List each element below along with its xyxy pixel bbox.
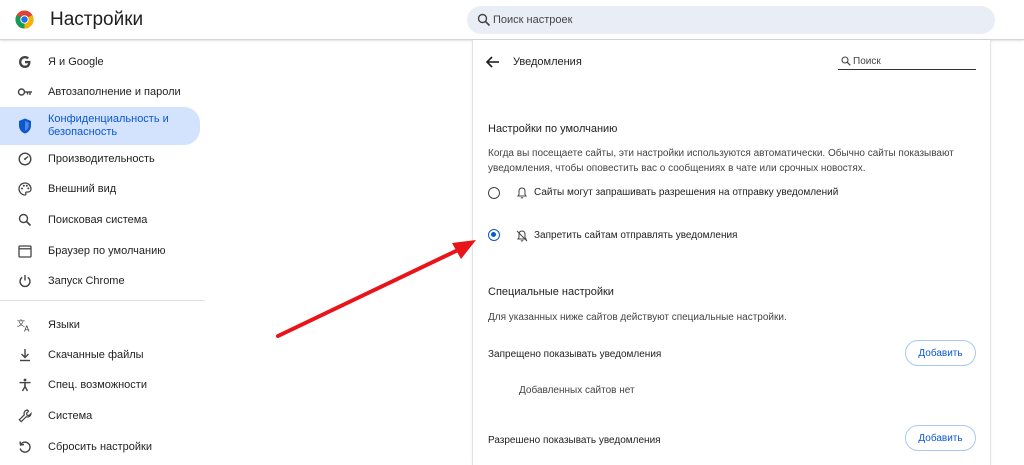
- sidebar-item-label: Конфиденциальность и безопасность: [48, 113, 169, 138]
- google-g-icon: [17, 54, 33, 70]
- block-notifications-radio[interactable]: [488, 229, 500, 241]
- allowed-sites-label: Разрешено показывать уведомления: [488, 435, 661, 446]
- subpage-search[interactable]: [838, 54, 976, 70]
- sidebar-item-label: Браузер по умолчанию: [48, 244, 166, 257]
- settings-sidebar: Я и Google Автозаполнение и пароли Конфи…: [0, 40, 210, 465]
- sidebar-item-label: Сбросить настройки: [48, 440, 153, 453]
- sidebar-item-label: Запуск Chrome: [48, 274, 125, 287]
- sidebar-item-system[interactable]: Система: [0, 401, 200, 431]
- power-icon: [17, 273, 33, 289]
- sidebar-item-performance[interactable]: Производительность: [0, 144, 200, 174]
- sidebar-item-accessibility[interactable]: Спец. возможности: [0, 370, 200, 400]
- sidebar-divider: [0, 300, 205, 301]
- sidebar-item-on-startup[interactable]: Запуск Chrome: [0, 266, 200, 296]
- sidebar-item-label: Языки: [48, 318, 80, 331]
- settings-search-input[interactable]: [493, 10, 973, 30]
- sidebar-item-reset-settings[interactable]: Сбросить настройки: [0, 432, 200, 462]
- sidebar-item-label: Я и Google: [48, 55, 104, 68]
- settings-header: Настройки: [0, 0, 1024, 40]
- sidebar-item-search-engine[interactable]: Поисковая система: [0, 205, 200, 235]
- block-notifications-label: Запретить сайтам отправлять уведомления: [534, 230, 738, 241]
- download-icon: [17, 347, 33, 363]
- sidebar-item-label: Автозаполнение и пароли: [48, 85, 181, 98]
- translate-icon: 文A: [17, 317, 33, 333]
- default-settings-title: Настройки по умолчанию: [488, 123, 618, 135]
- reset-icon: [17, 439, 33, 455]
- sidebar-item-label: Скачанные файлы: [48, 348, 144, 361]
- add-blocked-site-button[interactable]: Добавить: [905, 340, 976, 366]
- wrench-icon: [17, 408, 33, 424]
- sidebar-item-autofill[interactable]: Автозаполнение и пароли: [0, 77, 200, 107]
- sidebar-item-label: Система: [48, 409, 93, 422]
- blocked-empty-note: Добавленных сайтов нет: [519, 385, 635, 396]
- bell-icon: [517, 187, 527, 199]
- sidebar-item-you-and-google[interactable]: Я и Google: [0, 47, 200, 77]
- sidebar-item-label: Внешний вид: [48, 182, 117, 195]
- key-icon: [17, 84, 33, 100]
- search-icon: [17, 212, 33, 228]
- accessibility-icon: [17, 377, 33, 393]
- shield-icon: [17, 118, 33, 134]
- svg-text:A: A: [24, 325, 30, 333]
- settings-search-box[interactable]: [467, 6, 995, 34]
- search-icon: [477, 13, 491, 27]
- sidebar-item-privacy-security[interactable]: Конфиденциальность и безопасность: [0, 107, 200, 145]
- sidebar-item-languages[interactable]: 文A Языки: [0, 310, 200, 340]
- sidebar-item-label: Спец. возможности: [48, 378, 147, 391]
- sidebar-item-default-browser[interactable]: Браузер по умолчанию: [0, 236, 200, 266]
- bell-off-icon: [516, 230, 528, 242]
- sidebar-item-downloads[interactable]: Скачанные файлы: [0, 340, 200, 370]
- search-icon: [841, 56, 851, 66]
- back-arrow-icon[interactable]: [485, 55, 501, 69]
- add-allowed-site-button[interactable]: Добавить: [905, 425, 976, 451]
- notifications-card: Уведомления Настройки по умолчанию Когда…: [472, 40, 991, 465]
- blocked-sites-label: Запрещено показывать уведомления: [488, 349, 662, 360]
- sidebar-item-label: Поисковая система: [48, 213, 148, 226]
- custom-settings-description: Для указанных ниже сайтов действуют спец…: [488, 312, 787, 323]
- subpage-search-input[interactable]: [853, 54, 968, 68]
- sidebar-item-label: Производительность: [48, 152, 155, 165]
- palette-icon: [17, 181, 33, 197]
- chrome-logo-icon: [15, 10, 34, 29]
- allow-request-label: Сайты могут запрашивать разрешения на от…: [534, 187, 839, 198]
- browser-window-icon: [17, 243, 33, 259]
- sidebar-item-appearance[interactable]: Внешний вид: [0, 174, 200, 204]
- allow-request-radio[interactable]: [488, 187, 500, 199]
- default-settings-description: Когда вы посещаете сайты, эти настройки …: [488, 148, 954, 174]
- custom-settings-title: Специальные настройки: [488, 286, 614, 298]
- subpage-title: Уведомления: [513, 56, 582, 68]
- page-title: Настройки: [50, 9, 144, 30]
- speedometer-icon: [17, 151, 33, 167]
